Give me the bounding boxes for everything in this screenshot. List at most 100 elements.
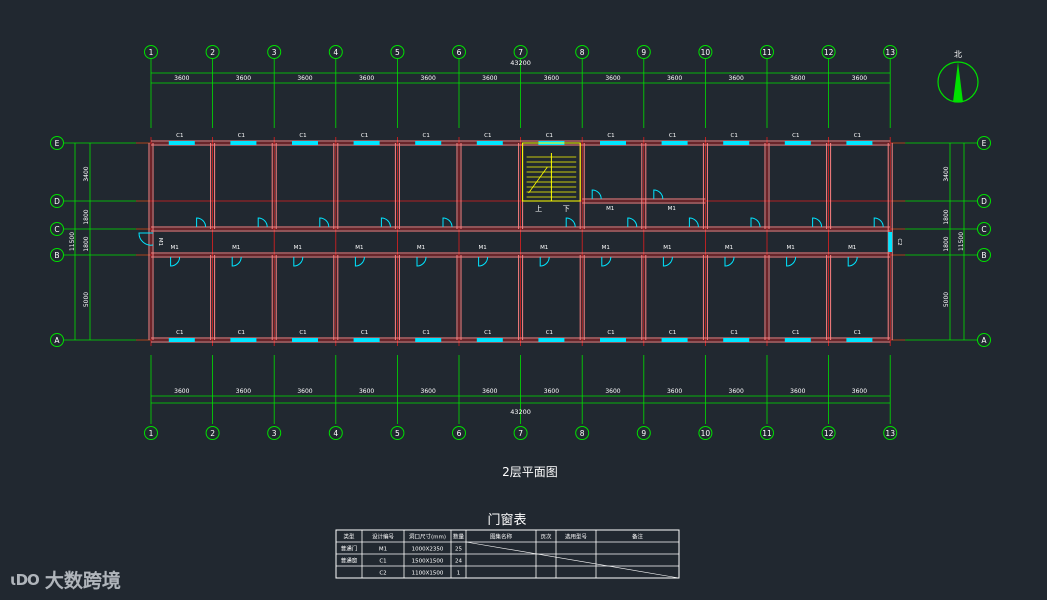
bay-dimension: 3600: [667, 388, 682, 395]
bay-dimension: 3600: [852, 388, 867, 395]
axis-label-4: 4: [333, 429, 338, 438]
door-swing: [380, 217, 391, 228]
bay-dimension: 3600: [482, 75, 497, 82]
door-swing: [847, 256, 858, 267]
window-tag: C1: [731, 133, 738, 139]
window-tag: C1: [854, 330, 861, 336]
door-tag: M1: [540, 245, 548, 251]
axis-label-12: 12: [824, 429, 834, 438]
door-swing: [812, 217, 823, 228]
end-window-c2: [888, 232, 893, 252]
depth-dimension: 3400: [83, 166, 90, 181]
schedule-title: 门窗表: [487, 512, 526, 528]
door-tag: M1: [668, 206, 676, 212]
window-tag: C1: [361, 330, 368, 336]
bay-dimension: 3600: [482, 388, 497, 395]
schedule-header: 数量: [453, 533, 465, 541]
window-c1: [415, 141, 442, 145]
axis-label-B: B: [981, 251, 986, 260]
north-arrow-pointer: [953, 62, 963, 102]
door-swing: [293, 256, 304, 267]
door-swing: [565, 217, 576, 228]
door-tag: M1: [355, 245, 363, 251]
schedule-cell: 1500X1500: [412, 559, 444, 565]
bay-dimension: 3600: [236, 75, 251, 82]
window-c1: [476, 338, 503, 342]
axis-label-A: A: [981, 336, 987, 345]
door-swing: [196, 217, 207, 228]
bay-dimension: 3600: [544, 388, 559, 395]
end-door-tag: M1: [157, 238, 163, 246]
axis-label-5: 5: [395, 429, 400, 438]
door-swing: [750, 217, 761, 228]
axis-label-7: 7: [518, 48, 523, 57]
axis-label-3: 3: [272, 429, 277, 438]
stair-down-label: 下: [563, 205, 570, 213]
window-c1: [723, 338, 750, 342]
window-c1: [600, 338, 626, 342]
window-c1: [168, 338, 195, 342]
window-c1: [353, 141, 380, 145]
north-arrow: 北: [937, 50, 979, 103]
door-swing: [416, 256, 427, 267]
axis-label-13: 13: [885, 48, 895, 57]
window-tag: C1: [484, 133, 491, 139]
window-tag: C1: [423, 133, 430, 139]
window-c1: [846, 141, 873, 145]
door-swing: [354, 256, 365, 267]
bay-dimension: 3600: [174, 388, 189, 395]
schedule-cell: 普通窗: [341, 557, 358, 565]
axis-label-9: 9: [641, 429, 646, 438]
north-label: 北: [954, 50, 962, 59]
door-swing: [688, 217, 699, 228]
window-c1: [476, 141, 503, 145]
door-swing: [591, 189, 602, 200]
door-swing: [442, 217, 453, 228]
door-swing: [539, 256, 550, 267]
window-c1: [661, 141, 688, 145]
window-tag: C1: [484, 330, 491, 336]
total-dimension: 43200: [510, 408, 531, 416]
window-c1: [230, 141, 257, 145]
window-tag: C1: [176, 133, 183, 139]
window-c1: [168, 141, 195, 145]
depth-dimension: 3400: [943, 166, 950, 181]
schedule-diagonal: [465, 541, 680, 579]
door-swing: [257, 217, 268, 228]
window-tag: C1: [792, 330, 799, 336]
axis-label-3: 3: [272, 48, 277, 57]
axis-label-C: C: [54, 225, 59, 234]
bay-dimension: 3600: [729, 388, 744, 395]
window-c1: [538, 338, 565, 342]
schedule-header: 页次: [540, 533, 552, 541]
schedule-header: 图集名称: [490, 533, 513, 541]
bay-dimension: 3600: [544, 75, 559, 82]
total-dimension: 43200: [510, 59, 531, 67]
window-tag: C1: [238, 133, 245, 139]
door-swing: [170, 256, 181, 267]
window-tag: C1: [792, 133, 799, 139]
window-c1: [846, 338, 873, 342]
grid-layer: [136, 137, 906, 346]
bay-dimension: 3600: [729, 75, 744, 82]
axis-label-4: 4: [333, 48, 338, 57]
window-tag: C1: [423, 330, 430, 336]
axis-label-12: 12: [824, 48, 834, 57]
window-c1: [723, 141, 750, 145]
schedule-cell: 1: [457, 571, 461, 577]
schedule-cell: M1: [379, 547, 387, 553]
door-tag: M1: [294, 245, 302, 251]
schedule-cell: 24: [455, 559, 462, 565]
door-swing: [478, 256, 489, 267]
axis-label-C: C: [981, 225, 986, 234]
stair-up-label: 上: [535, 204, 542, 213]
window-tag: C1: [854, 133, 861, 139]
axis-label-5: 5: [395, 48, 400, 57]
axis-label-9: 9: [641, 48, 646, 57]
window-tag: C1: [607, 133, 614, 139]
door-swing: [601, 256, 612, 267]
door-tag: M1: [606, 206, 614, 212]
door-swing: [873, 217, 884, 228]
door-swing: [724, 256, 735, 267]
schedule-header: 设计编号: [372, 533, 395, 541]
